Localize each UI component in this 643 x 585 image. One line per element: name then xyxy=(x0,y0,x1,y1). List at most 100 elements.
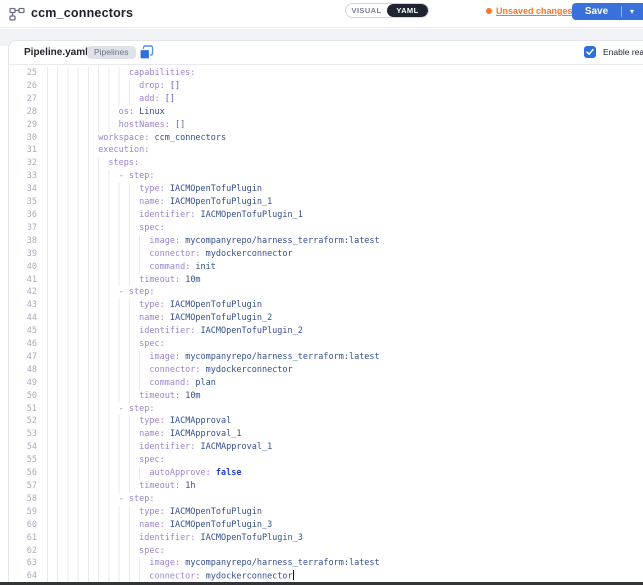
line-content[interactable]: - step: xyxy=(47,403,155,416)
line-content[interactable]: timeout: 10m xyxy=(47,274,201,287)
line-content[interactable]: connector: mydockerconnector xyxy=(47,248,293,261)
code-line[interactable]: 55 spec: xyxy=(9,454,643,467)
code-line[interactable]: 62 spec: xyxy=(9,545,643,558)
line-content[interactable]: os: Linux xyxy=(47,106,165,119)
line-content[interactable]: - step: xyxy=(47,493,155,506)
line-content[interactable]: identifier: IACMApproval_1 xyxy=(47,441,272,454)
line-number: 31 xyxy=(9,144,37,157)
enable-checkbox[interactable] xyxy=(584,46,596,58)
code-line[interactable]: 37 spec: xyxy=(9,222,643,235)
code-line[interactable]: 28 os: Linux xyxy=(9,106,643,119)
unsaved-changes-link[interactable]: Unsaved changes xyxy=(496,6,573,16)
code-line[interactable]: 39 connector: mydockerconnector xyxy=(9,248,643,261)
code-line[interactable]: 49 command: plan xyxy=(9,377,643,390)
line-number: 41 xyxy=(9,274,37,287)
line-content[interactable]: image: mycompanyrepo/harness_terraform:l… xyxy=(47,351,380,364)
unsaved-changes[interactable]: Unsaved changes xyxy=(486,6,573,16)
code-line[interactable]: 61 identifier: IACMOpenTofuPlugin_3 xyxy=(9,532,643,545)
code-line[interactable]: 47 image: mycompanyrepo/harness_terrafor… xyxy=(9,351,643,364)
line-number: 58 xyxy=(9,493,37,506)
line-content[interactable]: add: [] xyxy=(47,93,175,106)
code-line[interactable]: 46 spec: xyxy=(9,338,643,351)
line-content[interactable]: command: init xyxy=(47,261,216,274)
line-content[interactable]: workspace: ccm_connectors xyxy=(47,132,226,145)
code-line[interactable]: 35 name: IACMOpenTofuPlugin_1 xyxy=(9,196,643,209)
save-button-label[interactable]: Save xyxy=(572,6,621,17)
line-content[interactable]: identifier: IACMOpenTofuPlugin_1 xyxy=(47,209,303,222)
code-line[interactable]: 30 workspace: ccm_connectors xyxy=(9,132,643,145)
line-content[interactable]: type: IACMApproval xyxy=(47,415,231,428)
line-number: 33 xyxy=(9,170,37,183)
line-content[interactable]: image: mycompanyrepo/harness_terraform:l… xyxy=(47,235,380,248)
code-line[interactable]: 52 type: IACMApproval xyxy=(9,415,643,428)
line-content[interactable]: spec: xyxy=(47,338,165,351)
code-line[interactable]: 25 capabilities: xyxy=(9,67,643,80)
toggle-yaml[interactable]: YAML xyxy=(387,4,428,17)
line-content[interactable]: timeout: 1h xyxy=(47,480,195,493)
code-line[interactable]: 40 command: init xyxy=(9,261,643,274)
yaml-code-editor[interactable]: 25 capabilities:26 drop: []27 add: []28 … xyxy=(9,67,643,584)
code-line[interactable]: 34 type: IACMOpenTofuPlugin xyxy=(9,183,643,196)
code-line[interactable]: 32 steps: xyxy=(9,157,643,170)
code-line[interactable]: 26 drop: [] xyxy=(9,80,643,93)
code-line[interactable]: 45 identifier: IACMOpenTofuPlugin_2 xyxy=(9,325,643,338)
code-line[interactable]: 31 execution: xyxy=(9,144,643,157)
code-line[interactable]: 56 autoApprove: false xyxy=(9,467,643,480)
line-content[interactable]: name: IACMOpenTofuPlugin_1 xyxy=(47,196,272,209)
line-content[interactable]: timeout: 10m xyxy=(47,390,201,403)
line-number: 61 xyxy=(9,532,37,545)
code-line[interactable]: 53 name: IACMApproval_1 xyxy=(9,428,643,441)
line-content[interactable]: hostNames: [] xyxy=(47,119,185,132)
toggle-visual[interactable]: VISUAL xyxy=(346,4,387,17)
line-content[interactable]: - step: xyxy=(47,170,155,183)
line-content[interactable]: name: IACMApproval_1 xyxy=(47,428,241,441)
line-content[interactable]: type: IACMOpenTofuPlugin xyxy=(47,506,262,519)
line-content[interactable]: execution: xyxy=(47,144,149,157)
line-content[interactable]: capabilities: xyxy=(47,67,195,80)
code-line[interactable]: 29 hostNames: [] xyxy=(9,119,643,132)
line-content[interactable]: type: IACMOpenTofuPlugin xyxy=(47,183,262,196)
code-line[interactable]: 58 - step: xyxy=(9,493,643,506)
text-cursor xyxy=(293,570,294,580)
line-number: 42 xyxy=(9,286,37,299)
code-line[interactable]: 33 - step: xyxy=(9,170,643,183)
line-content[interactable]: autoApprove: false xyxy=(47,467,242,480)
chevron-down-icon[interactable]: ▾ xyxy=(622,4,642,19)
code-line[interactable]: 48 connector: mydockerconnector xyxy=(9,364,643,377)
line-content[interactable]: command: plan xyxy=(47,377,216,390)
line-content[interactable]: connector: mydockerconnector xyxy=(47,364,293,377)
code-line[interactable]: 41 timeout: 10m xyxy=(9,274,643,287)
line-content[interactable]: name: IACMOpenTofuPlugin_3 xyxy=(47,519,272,532)
line-content[interactable]: type: IACMOpenTofuPlugin xyxy=(47,299,262,312)
line-content[interactable]: image: mycompanyrepo/harness_terraform:l… xyxy=(47,557,380,570)
line-content[interactable]: - step: xyxy=(47,286,155,299)
line-content[interactable]: identifier: IACMOpenTofuPlugin_2 xyxy=(47,325,303,338)
line-content[interactable]: name: IACMOpenTofuPlugin_2 xyxy=(47,312,272,325)
code-line[interactable]: 54 identifier: IACMApproval_1 xyxy=(9,441,643,454)
code-line[interactable]: 60 name: IACMOpenTofuPlugin_3 xyxy=(9,519,643,532)
line-content[interactable]: drop: [] xyxy=(47,80,180,93)
save-button[interactable]: Save ▾ xyxy=(572,3,643,20)
code-line[interactable]: 51 - step: xyxy=(9,403,643,416)
line-number: 27 xyxy=(9,93,37,106)
code-line[interactable]: 27 add: [] xyxy=(9,93,643,106)
code-line[interactable]: 44 name: IACMOpenTofuPlugin_2 xyxy=(9,312,643,325)
tab-pipeline-yaml[interactable]: Pipeline.yaml xyxy=(24,47,88,58)
line-content[interactable]: spec: xyxy=(47,222,165,235)
code-line[interactable]: 36 identifier: IACMOpenTofuPlugin_1 xyxy=(9,209,643,222)
code-line[interactable]: 59 type: IACMOpenTofuPlugin xyxy=(9,506,643,519)
line-content[interactable]: identifier: IACMOpenTofuPlugin_3 xyxy=(47,532,303,545)
line-content[interactable]: spec: xyxy=(47,454,165,467)
visual-yaml-toggle[interactable]: VISUAL YAML xyxy=(345,3,429,18)
code-line[interactable]: 42 - step: xyxy=(9,286,643,299)
code-line[interactable]: 43 type: IACMOpenTofuPlugin xyxy=(9,299,643,312)
line-content[interactable]: spec: xyxy=(47,545,165,558)
code-line[interactable]: 57 timeout: 1h xyxy=(9,480,643,493)
enable-readonly-control[interactable]: Enable read/ xyxy=(584,46,643,58)
code-line[interactable]: 63 image: mycompanyrepo/harness_terrafor… xyxy=(9,557,643,570)
code-lines[interactable]: 25 capabilities:26 drop: []27 add: []28 … xyxy=(9,67,643,583)
code-line[interactable]: 50 timeout: 10m xyxy=(9,390,643,403)
code-line[interactable]: 38 image: mycompanyrepo/harness_terrafor… xyxy=(9,235,643,248)
line-content[interactable]: steps: xyxy=(47,157,139,170)
copy-icon[interactable] xyxy=(139,45,154,65)
